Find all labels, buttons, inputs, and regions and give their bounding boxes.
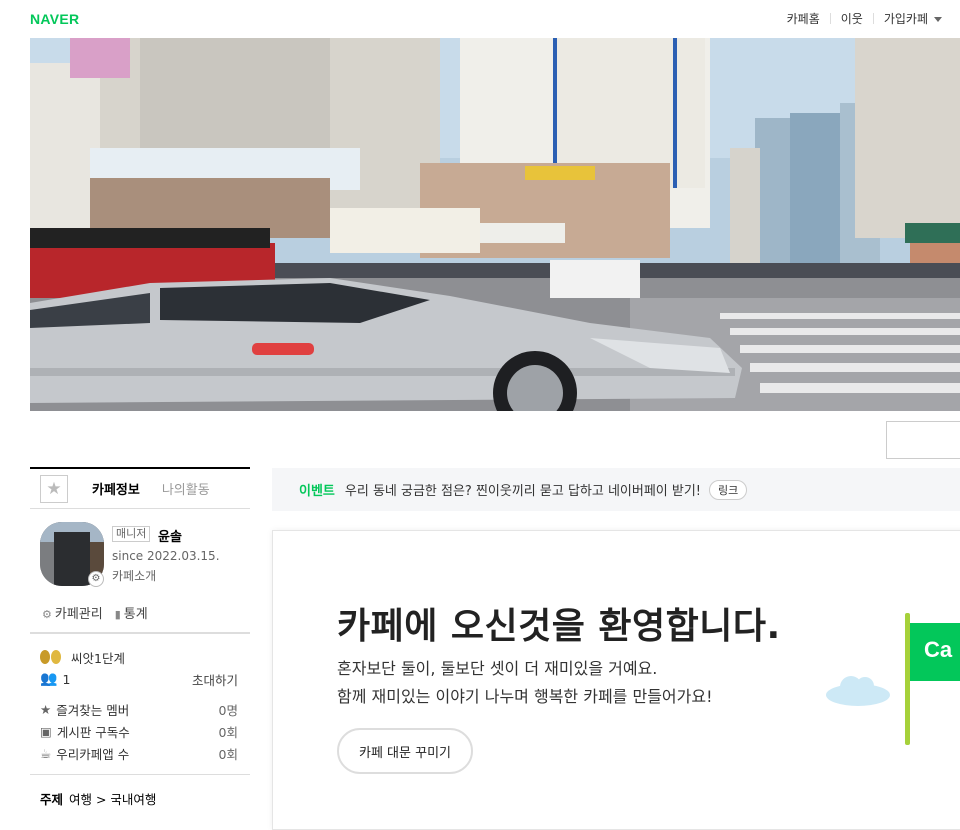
gear-icon[interactable]: ⚙ — [88, 571, 104, 587]
stat-label: 우리카페앱 수 — [56, 746, 130, 762]
manager-profile: ⚙ 매니저 윤솔 since 2022.03.15. 카페소개 ⚙ 카페관리 ▮ 통… — [30, 467, 250, 633]
stat-label: 즐겨찾는 멤버 — [56, 702, 130, 718]
naver-logo[interactable]: NAVER — [30, 11, 79, 27]
street-photo — [30, 38, 960, 411]
welcome-line: 혼자보단 둘이, 둘보단 셋이 더 재미있을 거예요. — [337, 659, 658, 678]
subject-value[interactable]: 여행 > 국내여행 — [69, 792, 156, 807]
stat-value: 0명 — [218, 702, 238, 718]
neighbors-link[interactable]: 이웃 — [831, 10, 873, 27]
invite-link[interactable]: 초대하기 — [192, 670, 238, 689]
manager-name[interactable]: 윤솔 — [158, 526, 182, 545]
event-tag: 이벤트 — [299, 484, 335, 499]
event-banner: 이벤트 우리 동네 궁금한 점은? 찐이웃끼리 묻고 답하고 네이버페이 받기!… — [272, 468, 960, 511]
member-row: 👥 1 초대하기 — [30, 668, 250, 690]
stat-row: ★ 즐겨찾는 멤버 0명 — [30, 698, 250, 720]
top-nav: 카페홈 이웃 가입카페 — [777, 10, 952, 27]
welcome-line: 함께 재미있는 이야기 나누며 행복한 카페를 만들어가요! — [337, 687, 713, 706]
egg-icon — [51, 650, 61, 664]
cafe-banner-image — [30, 38, 960, 411]
members-icon: 👥 — [40, 671, 58, 687]
decorate-front-button[interactable]: 카페 대문 꾸미기 — [337, 728, 473, 774]
joined-cafes-label: 가입카페 — [883, 12, 928, 26]
cloud-icon — [826, 676, 890, 706]
cafe-manage-label: 카페관리 — [54, 607, 103, 622]
top-bar: NAVER 카페홈 이웃 가입카페 — [0, 0, 960, 38]
cafe-manage-link[interactable]: ⚙ 카페관리 — [42, 603, 103, 622]
app-icon: ☕ — [40, 745, 52, 761]
flag: Ca — [910, 623, 960, 681]
welcome-card: 카페에 오신것을 환영합니다. 혼자보단 둘이, 둘보단 셋이 더 재미있을 거… — [272, 530, 960, 830]
sidebar: ★ 카페정보 나의활동 ⚙ 매니저 윤솔 since 2022.03.15. 카… — [30, 467, 250, 808]
level-text: 씨앗1단계 — [71, 650, 125, 666]
cafe-intro-link[interactable]: 카페소개 — [112, 567, 156, 584]
since-date: since 2022.03.15. — [112, 549, 220, 563]
stat-row: ☕ 우리카페앱 수 0회 — [30, 742, 250, 764]
stat-value: 0회 — [218, 724, 238, 740]
manage-links: ⚙ 카페관리 ▮ 통계 — [42, 603, 148, 622]
rss-icon: ▣ — [40, 723, 52, 739]
cafe-home-link[interactable]: 카페홈 — [777, 10, 830, 27]
cafe-stats: 씨앗1단계 👥 1 초대하기 ★ 즐겨찾는 멤버 0명 ▣ 게시판 구독수 0회 ☕ 우… — [30, 633, 250, 774]
stat-value: 0회 — [218, 746, 238, 762]
stats-link[interactable]: ▮ 통계 — [115, 603, 148, 622]
subject-label: 주제 — [40, 792, 64, 807]
cafe-subject: 주제 여행 > 국내여행 — [30, 789, 250, 808]
gear-icon: ⚙ — [42, 608, 52, 621]
member-count[interactable]: 1 — [62, 672, 70, 687]
welcome-title: 카페에 오신것을 환영합니다. — [337, 606, 781, 647]
joined-cafes-dropdown[interactable]: 가입카페 — [874, 10, 952, 27]
event-link[interactable]: 우리 동네 궁금한 점은? 찐이웃끼리 묻고 답하고 네이버페이 받기! — [345, 480, 701, 499]
role-badge: 매니저 — [112, 526, 151, 542]
star-icon: ★ — [40, 701, 52, 717]
level-row: 씨앗1단계 — [30, 646, 250, 668]
stat-label: 게시판 구독수 — [56, 724, 130, 740]
chevron-down-icon — [934, 17, 942, 22]
divider — [30, 774, 250, 775]
stats-label: 통계 — [123, 607, 148, 622]
stat-row: ▣ 게시판 구독수 0회 — [30, 720, 250, 742]
link-chip[interactable]: 링크 — [709, 479, 748, 500]
cafe-search-input[interactable] — [886, 421, 960, 459]
egg-icon — [40, 650, 50, 664]
bar-chart-icon: ▮ — [114, 608, 121, 621]
